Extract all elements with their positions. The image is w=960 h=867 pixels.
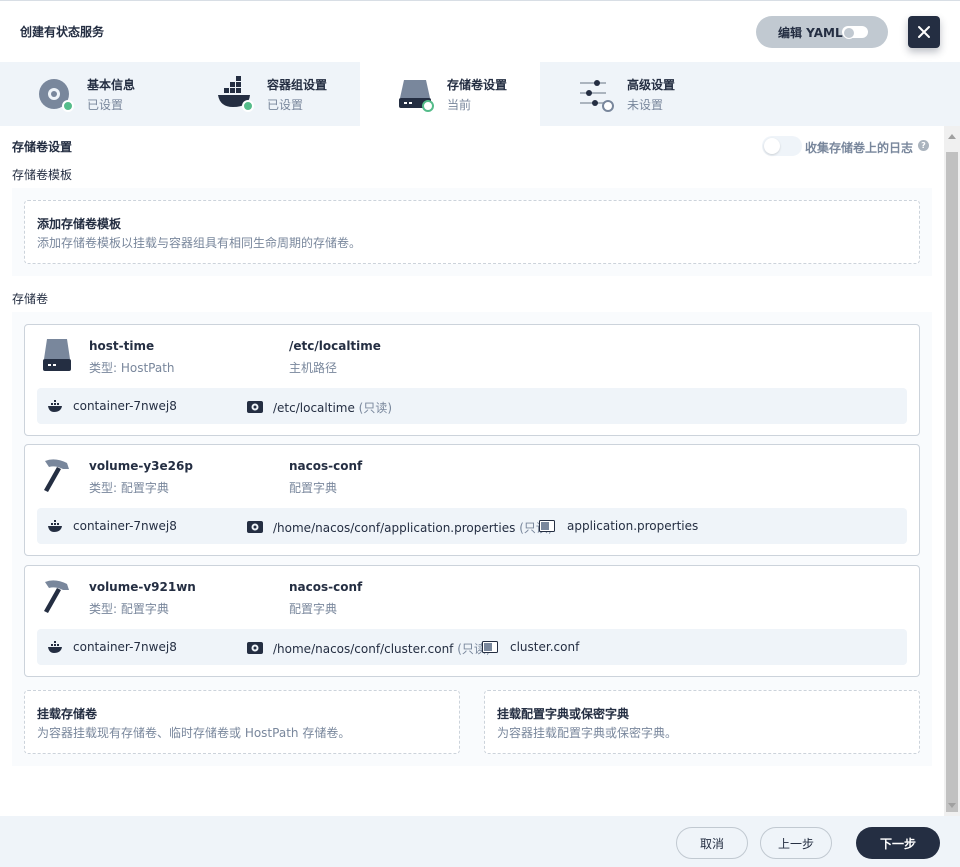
tab-status: 当前 <box>447 98 472 112</box>
mount-configmap-secret-button[interactable]: 挂载配置字典或保密字典 为容器挂载配置字典或保密字典。 <box>484 690 920 754</box>
mount-row: container-7nwej8 /etc/localtime (只读) <box>37 388 907 424</box>
mount-config-title: 挂载配置字典或保密字典 <box>497 707 630 721</box>
container-name: container-7nwej8 <box>73 399 177 413</box>
modal-title: 创建有状态服务 <box>20 25 105 39</box>
close-button[interactable] <box>908 16 940 48</box>
add-volume-template-button[interactable]: 添加存储卷模板 添加存储卷模板以挂载与容器组具有相同生命周期的存储卷。 <box>24 200 920 264</box>
volume-type: 类型: 配置字典 <box>89 481 169 495</box>
tab-advanced-settings[interactable]: 高级设置 未设置 <box>540 62 720 126</box>
add-volume-template-desc: 添加存储卷模板以挂载与容器组具有相同生命周期的存储卷。 <box>37 236 362 250</box>
mount-path: /home/nacos/conf/application.properties … <box>273 521 553 535</box>
container-name: container-7nwej8 <box>73 519 177 533</box>
tab-status: 未设置 <box>627 98 664 112</box>
section-title: 存储卷设置 <box>12 140 73 154</box>
volume-source-label: 主机路径 <box>289 361 338 375</box>
tab-label: 容器组设置 <box>267 78 328 92</box>
tab-storage-settings[interactable]: 存储卷设置 当前 <box>360 62 540 126</box>
mount-volume-desc: 为容器挂载现有存储卷、临时存储卷或 HostPath 存储卷。 <box>37 726 351 740</box>
mount-row: container-7nwej8 /home/nacos/conf/cluste… <box>37 629 907 665</box>
mount-row: container-7nwej8 /home/nacos/conf/applic… <box>37 508 907 544</box>
hammer-icon <box>44 580 69 613</box>
volume-source-label: 配置字典 <box>289 602 338 616</box>
volume-name: volume-y3e26p <box>89 459 193 473</box>
add-volume-template-title: 添加存储卷模板 <box>37 217 122 231</box>
content-scrollbar[interactable] <box>944 126 960 816</box>
disk-icon <box>43 339 71 371</box>
collect-logs-toggle[interactable] <box>762 136 802 156</box>
modal-footer: 取消 上一步 下一步 <box>0 816 960 867</box>
scroll-down-icon[interactable] <box>948 803 956 808</box>
mount-icon <box>247 401 263 413</box>
docker-icon <box>48 400 62 412</box>
tab-status: 已设置 <box>87 98 124 112</box>
file-key-name: application.properties <box>567 519 699 533</box>
volumes-section-title: 存储卷 <box>12 292 49 306</box>
status-set-icon <box>62 100 74 112</box>
yaml-switch-icon <box>842 26 868 39</box>
mount-config-desc: 为容器挂载配置字典或保密字典。 <box>497 726 678 740</box>
help-icon[interactable]: ? <box>918 140 929 151</box>
readonly-label: (只读) <box>358 401 393 415</box>
volume-name: volume-v921wn <box>89 580 196 594</box>
mount-path: /home/nacos/conf/cluster.conf (只读) <box>273 642 491 656</box>
file-key-icon <box>539 520 555 532</box>
docker-icon <box>48 641 62 653</box>
tab-label: 存储卷设置 <box>447 78 508 92</box>
close-icon <box>918 26 930 38</box>
tab-status: 已设置 <box>267 98 304 112</box>
mount-path: /etc/localtime (只读) <box>273 401 393 415</box>
modal-header: 创建有状态服务 编辑 YAML <box>0 0 960 62</box>
scroll-up-icon[interactable] <box>948 134 956 139</box>
template-section-title: 存储卷模板 <box>12 168 73 182</box>
step-tabs: 基本信息 已设置 容器组设置 已设置 存储卷设置 当前 高级设置 未设置 <box>0 62 960 126</box>
volume-card[interactable]: volume-y3e26p 类型: 配置字典 nacos-conf 配置字典 c… <box>24 444 920 556</box>
volume-source: /etc/localtime <box>289 339 381 353</box>
mount-icon <box>247 642 263 654</box>
volume-card[interactable]: volume-v921wn 类型: 配置字典 nacos-conf 配置字典 c… <box>24 565 920 677</box>
tab-label: 高级设置 <box>627 78 676 92</box>
volume-name: host-time <box>89 339 155 353</box>
template-panel: 添加存储卷模板 添加存储卷模板以挂载与容器组具有相同生命周期的存储卷。 <box>12 188 932 276</box>
volume-source: nacos-conf <box>289 459 363 473</box>
hammer-icon <box>44 459 69 492</box>
docker-icon <box>48 520 62 532</box>
collect-logs-label: 收集存储卷上的日志 <box>805 141 914 155</box>
mount-icon <box>247 521 263 533</box>
container-name: container-7nwej8 <box>73 640 177 654</box>
status-current-icon <box>422 100 434 112</box>
volume-source: nacos-conf <box>289 580 363 594</box>
status-unset-icon <box>602 100 614 112</box>
scroll-thumb[interactable] <box>946 152 958 812</box>
next-button[interactable]: 下一步 <box>856 827 940 859</box>
status-set-icon <box>242 100 254 112</box>
volume-card[interactable]: host-time 类型: HostPath /etc/localtime 主机… <box>24 324 920 436</box>
volume-type: 类型: HostPath <box>89 361 175 375</box>
mount-volume-button[interactable]: 挂载存储卷 为容器挂载现有存储卷、临时存储卷或 HostPath 存储卷。 <box>24 690 460 754</box>
volume-type: 类型: 配置字典 <box>89 602 169 616</box>
tab-label: 基本信息 <box>87 78 136 92</box>
file-key-name: cluster.conf <box>510 640 580 654</box>
file-key-icon <box>482 641 498 653</box>
storage-settings-content: 存储卷设置 收集存储卷上的日志 ? 存储卷模板 添加存储卷模板 添加存储卷模板以… <box>0 126 944 816</box>
cancel-button[interactable]: 取消 <box>676 827 748 859</box>
previous-button[interactable]: 上一步 <box>760 827 832 859</box>
volume-source-label: 配置字典 <box>289 481 338 495</box>
tab-basic-info[interactable]: 基本信息 已设置 <box>0 62 180 126</box>
edit-yaml-label: 编辑 YAML <box>778 25 843 40</box>
edit-yaml-toggle-button[interactable]: 编辑 YAML <box>756 16 888 48</box>
tab-container-settings[interactable]: 容器组设置 已设置 <box>180 62 360 126</box>
mount-volume-title: 挂载存储卷 <box>37 707 98 721</box>
